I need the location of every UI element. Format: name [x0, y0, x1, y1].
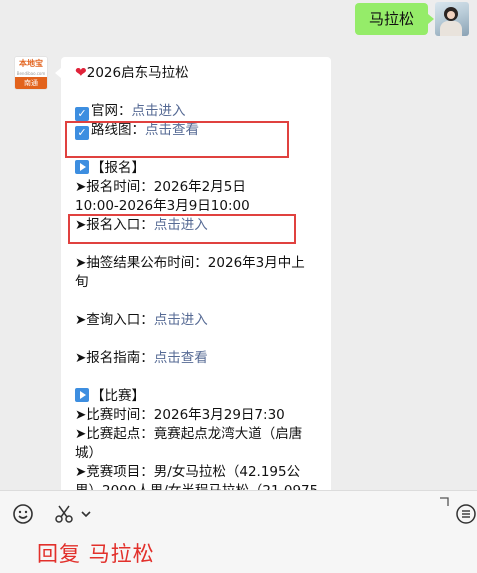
lottery-line-2: 旬: [75, 274, 89, 290]
race-start-line-2: 城）: [75, 445, 102, 461]
scissors-icon[interactable]: [53, 503, 75, 525]
play-icon: [75, 388, 89, 402]
guide-label: ➤报名指南：: [75, 350, 154, 366]
signup-header: 【报名】: [91, 160, 145, 176]
play-icon: [75, 160, 89, 174]
user-avatar[interactable]: [435, 2, 469, 36]
avatar-body: [440, 21, 462, 36]
race-start-line: ➤比赛起点：竟赛起点龙湾大道（启唐: [75, 426, 303, 442]
chat-area: 马拉松 本地宝 Bendibao.com 南通 ❤2026启东马拉松 ✓ 官网：点…: [0, 0, 477, 490]
query-link[interactable]: 点击进入: [154, 312, 208, 328]
race-time-line: ➤比赛时间：2026年3月29日7:30: [75, 407, 285, 423]
user-message-text: 马拉松: [368, 10, 414, 28]
checkbox-icon: ✓: [75, 107, 89, 121]
official-site-label: 官网：: [91, 103, 132, 119]
guide-link[interactable]: 点击查看: [154, 350, 208, 366]
race-header-line: 【比赛】: [75, 387, 145, 406]
signup-time-line: ➤报名时间：2026年2月5日: [75, 179, 246, 195]
query-line: ➤查询入口：点击进入: [75, 311, 208, 330]
guide-line: ➤报名指南：点击查看: [75, 349, 208, 368]
chevron-down-icon[interactable]: [79, 507, 93, 521]
race-items-line: ➤竞赛项目：男/女马拉松（42.195公: [75, 464, 301, 480]
lottery-line: ➤抽签结果公布时间：2026年3月中上: [75, 255, 305, 271]
official-site-line: ✓ 官网：点击进入: [75, 102, 186, 121]
bot-avatar-city: 南通: [15, 77, 47, 89]
signup-entry-highlight-box: [68, 214, 296, 244]
avatar-face: [447, 11, 455, 19]
user-message-bubble[interactable]: 马拉松: [354, 3, 435, 35]
reply-caption: 回复 马拉松: [37, 542, 155, 566]
expand-corner-icon[interactable]: [437, 495, 451, 509]
race-header: 【比赛】: [91, 388, 145, 404]
signup-header-line: 【报名】: [75, 159, 145, 178]
bot-avatar[interactable]: 本地宝 Bendibao.com 南通: [14, 56, 48, 90]
smile-icon[interactable]: [12, 503, 34, 525]
message-title: 2026启东马拉松: [86, 65, 189, 81]
list-icon[interactable]: [455, 503, 477, 525]
heart-icon: ❤: [75, 65, 87, 81]
bot-avatar-domain: Bendibao.com: [16, 71, 46, 76]
official-site-link[interactable]: 点击进入: [132, 103, 186, 119]
message-title-line: ❤2026启东马拉松: [75, 64, 189, 83]
route-map-highlight-box: [65, 121, 289, 158]
race-items-line-2: 里）2000人男/女半程马拉松（21.0975: [75, 482, 318, 490]
query-label: ➤查询入口：: [75, 312, 154, 328]
